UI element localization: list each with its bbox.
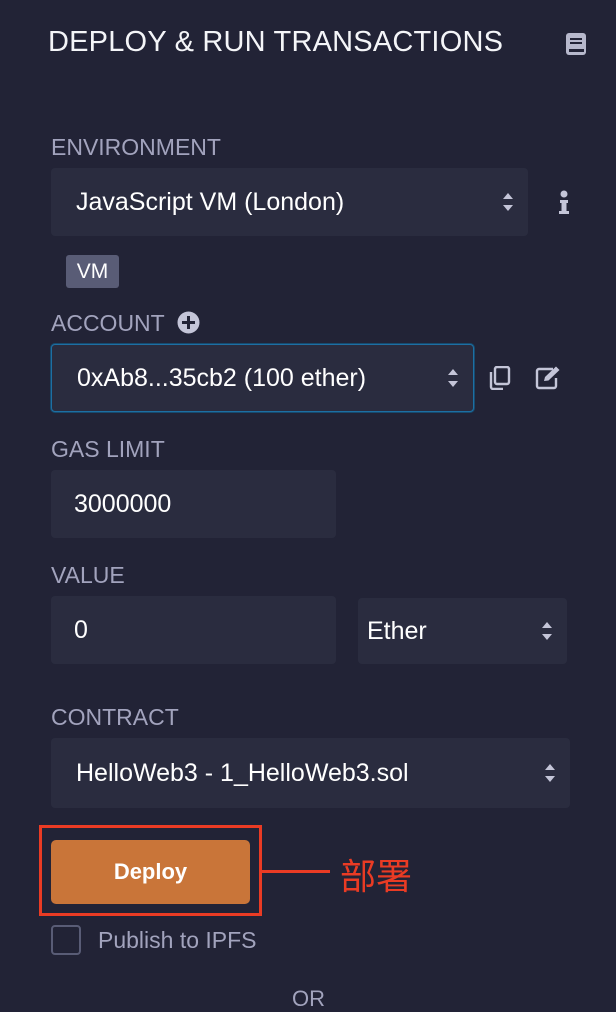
info-icon[interactable] (557, 190, 571, 216)
annotation-line (262, 870, 330, 873)
contract-value: HelloWeb3 - 1_HelloWeb3.sol (76, 758, 409, 787)
edit-icon[interactable] (535, 366, 561, 390)
deploy-button[interactable]: Deploy (51, 840, 250, 904)
value-unit-value: Ether (367, 616, 427, 645)
select-caret-icon (542, 622, 552, 640)
account-label: ACCOUNT (51, 310, 165, 336)
panel-title: DEPLOY & RUN TRANSACTIONS (48, 26, 504, 58)
value-unit-select[interactable]: Ether (358, 598, 567, 664)
value-input[interactable]: 0 (51, 596, 336, 664)
add-account-icon[interactable] (177, 311, 200, 334)
environment-select[interactable]: JavaScript VM (London) (51, 168, 528, 236)
environment-value: JavaScript VM (London) (76, 187, 345, 216)
environment-label: ENVIRONMENT (51, 134, 221, 160)
gas-limit-label: GAS LIMIT (51, 436, 165, 462)
select-caret-icon (448, 369, 458, 387)
annotation-text: 部署 (340, 857, 413, 898)
select-caret-icon (545, 764, 555, 782)
copy-icon[interactable] (489, 366, 511, 390)
gas-limit-input[interactable]: 3000000 (51, 470, 336, 538)
or-divider-label: OR (292, 986, 325, 1011)
publish-ipfs-label: Publish to IPFS (98, 927, 257, 953)
contract-select[interactable]: HelloWeb3 - 1_HelloWeb3.sol (51, 738, 570, 808)
vm-badge: VM (66, 255, 119, 288)
select-caret-icon (503, 193, 513, 211)
account-value: 0xAb8...35cb2 (100 ether) (77, 363, 367, 392)
value-label: VALUE (51, 562, 125, 588)
publish-ipfs-checkbox[interactable] (51, 925, 81, 955)
book-icon[interactable] (565, 32, 587, 56)
account-select[interactable]: 0xAb8...35cb2 (100 ether) (51, 344, 474, 412)
contract-label: CONTRACT (51, 704, 179, 730)
